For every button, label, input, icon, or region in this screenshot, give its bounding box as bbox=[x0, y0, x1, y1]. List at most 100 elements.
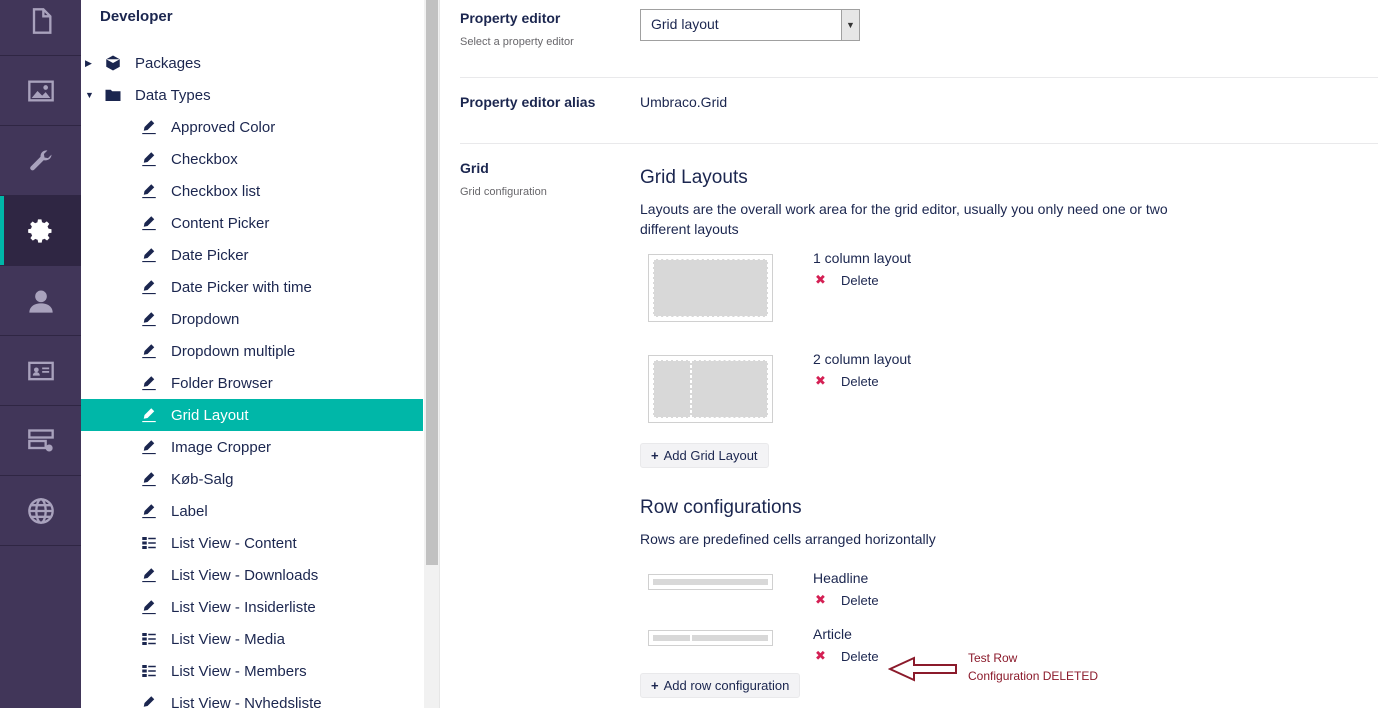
row-preview-article[interactable] bbox=[648, 630, 773, 646]
tree-item-label: Dropdown bbox=[171, 310, 240, 328]
forms-icon bbox=[27, 428, 54, 451]
add-row-configuration-button[interactable]: + Add row configuration bbox=[640, 673, 801, 698]
row-name[interactable]: Article bbox=[813, 626, 852, 642]
grid-layouts-title: Grid Layouts bbox=[640, 167, 748, 188]
autofill-icon bbox=[139, 181, 159, 201]
section-content[interactable] bbox=[0, 0, 81, 56]
tree-item-label: List View - Members bbox=[171, 662, 307, 680]
tree-item[interactable]: Checkbox bbox=[81, 143, 423, 175]
tree-item-label: Packages bbox=[135, 54, 201, 72]
tree-item-label: Date Picker bbox=[171, 246, 249, 264]
add-grid-layout-button[interactable]: + Add Grid Layout bbox=[640, 443, 769, 468]
caret-icon[interactable]: ▼ bbox=[85, 90, 97, 100]
tree-item[interactable]: List View - Nyhedsliste bbox=[81, 687, 423, 708]
property-editor-desc: Select a property editor bbox=[460, 36, 574, 48]
members-card-icon bbox=[27, 361, 54, 380]
annotation-arrow-icon bbox=[888, 656, 957, 682]
tree-item-label: List View - Downloads bbox=[171, 566, 319, 584]
tree-item[interactable]: Folder Browser bbox=[81, 367, 423, 399]
tree-item[interactable]: Label bbox=[81, 495, 423, 527]
layout-preview-1col[interactable] bbox=[648, 254, 773, 322]
tree-item[interactable]: List View - Content bbox=[81, 527, 423, 559]
tree-item-label: Approved Color bbox=[171, 118, 276, 136]
autofill-icon bbox=[139, 693, 159, 708]
tree-item-label: List View - Media bbox=[171, 630, 285, 648]
divider bbox=[460, 77, 1378, 78]
autofill-icon bbox=[139, 437, 159, 457]
delete-row-button[interactable]: ✖ Delete bbox=[815, 592, 879, 608]
tree-item[interactable]: ▼ Data Types bbox=[81, 79, 423, 111]
delete-x-icon: ✖ bbox=[815, 272, 826, 287]
layout-cell bbox=[690, 360, 768, 418]
tree-item[interactable]: Grid Layout bbox=[81, 399, 423, 431]
tree-item[interactable]: Content Picker bbox=[81, 207, 423, 239]
delete-label: Delete bbox=[841, 272, 879, 288]
tree-item[interactable]: Dropdown bbox=[81, 303, 423, 335]
section-rail bbox=[0, 0, 81, 708]
property-editor-label: Property editor bbox=[460, 10, 561, 26]
property-editor-value: Grid layout bbox=[651, 16, 719, 32]
section-users[interactable] bbox=[0, 266, 81, 336]
tree-item[interactable]: Køb-Salg bbox=[81, 463, 423, 495]
tree-item[interactable]: Dropdown multiple bbox=[81, 335, 423, 367]
tree-item[interactable]: List View - Members bbox=[81, 655, 423, 687]
tree-item-label: Image Cropper bbox=[171, 438, 272, 456]
section-media[interactable] bbox=[0, 56, 81, 126]
layout-name[interactable]: 1 column layout bbox=[813, 250, 911, 266]
thumbnail-list-icon bbox=[139, 533, 159, 553]
developer-gear-icon bbox=[27, 218, 51, 243]
section-developer[interactable] bbox=[0, 196, 81, 266]
property-editor-select[interactable]: Grid layout ▼ bbox=[640, 9, 860, 41]
delete-label: Delete bbox=[841, 592, 879, 608]
tree-item[interactable]: List View - Media bbox=[81, 623, 423, 655]
tree-item-label: Checkbox list bbox=[171, 182, 261, 200]
row-name[interactable]: Headline bbox=[813, 570, 868, 586]
tree-scrollbar[interactable] bbox=[424, 0, 439, 708]
delete-row-button[interactable]: ✖ Delete bbox=[815, 648, 879, 664]
layout-cell bbox=[653, 360, 691, 418]
tree-item-label: Content Picker bbox=[171, 214, 270, 232]
tree-item-label: Køb-Salg bbox=[171, 470, 234, 488]
section-members[interactable] bbox=[0, 336, 81, 406]
layout-name[interactable]: 2 column layout bbox=[813, 351, 911, 367]
tree-item-label: Checkbox bbox=[171, 150, 238, 168]
tree-item[interactable]: Approved Color bbox=[81, 111, 423, 143]
delete-layout-button[interactable]: ✖ Delete bbox=[815, 272, 879, 288]
autofill-icon bbox=[139, 341, 159, 361]
section-settings[interactable] bbox=[0, 126, 81, 196]
autofill-icon bbox=[139, 213, 159, 233]
tree-item-label: Date Picker with time bbox=[171, 278, 312, 296]
tree-scroll-thumb[interactable] bbox=[426, 0, 438, 565]
chevron-down-icon: ▼ bbox=[841, 10, 859, 40]
tree-item[interactable]: Date Picker with time bbox=[81, 271, 423, 303]
autofill-icon bbox=[139, 149, 159, 169]
tree-item-label: Label bbox=[171, 502, 208, 520]
tree-item[interactable]: List View - Downloads bbox=[81, 559, 423, 591]
caret-icon[interactable]: ▶ bbox=[85, 58, 97, 69]
plus-icon: + bbox=[651, 448, 659, 463]
section-forms[interactable] bbox=[0, 406, 81, 476]
tree-item[interactable]: ▶ Packages bbox=[81, 47, 423, 79]
row-preview-headline[interactable] bbox=[648, 574, 773, 590]
divider bbox=[460, 143, 1378, 144]
tree-item-label: Data Types bbox=[135, 86, 211, 104]
autofill-icon bbox=[139, 245, 159, 265]
delete-x-icon: ✖ bbox=[815, 373, 826, 388]
tree-item[interactable]: Date Picker bbox=[81, 239, 423, 271]
annotation-note: Test Row Configuration DELETED bbox=[968, 649, 1098, 685]
delete-x-icon: ✖ bbox=[815, 592, 826, 607]
translation-globe-icon bbox=[27, 497, 54, 524]
tree-item[interactable]: Image Cropper bbox=[81, 431, 423, 463]
tree-item[interactable]: Checkbox list bbox=[81, 175, 423, 207]
row-configurations-description: Rows are predefined cells arranged horiz… bbox=[640, 531, 936, 547]
layout-cell bbox=[653, 259, 768, 317]
autofill-icon bbox=[139, 277, 159, 297]
section-translation[interactable] bbox=[0, 476, 81, 546]
tree-item-label: List View - Content bbox=[171, 534, 297, 552]
grid-desc: Grid configuration bbox=[460, 186, 547, 198]
delete-layout-button[interactable]: ✖ Delete bbox=[815, 373, 879, 389]
layout-preview-2col[interactable] bbox=[648, 355, 773, 423]
add-grid-layout-label: Add Grid Layout bbox=[663, 448, 758, 463]
datatype-editor: Property editor Select a property editor… bbox=[441, 0, 1378, 708]
tree-item[interactable]: List View - Insiderliste bbox=[81, 591, 423, 623]
